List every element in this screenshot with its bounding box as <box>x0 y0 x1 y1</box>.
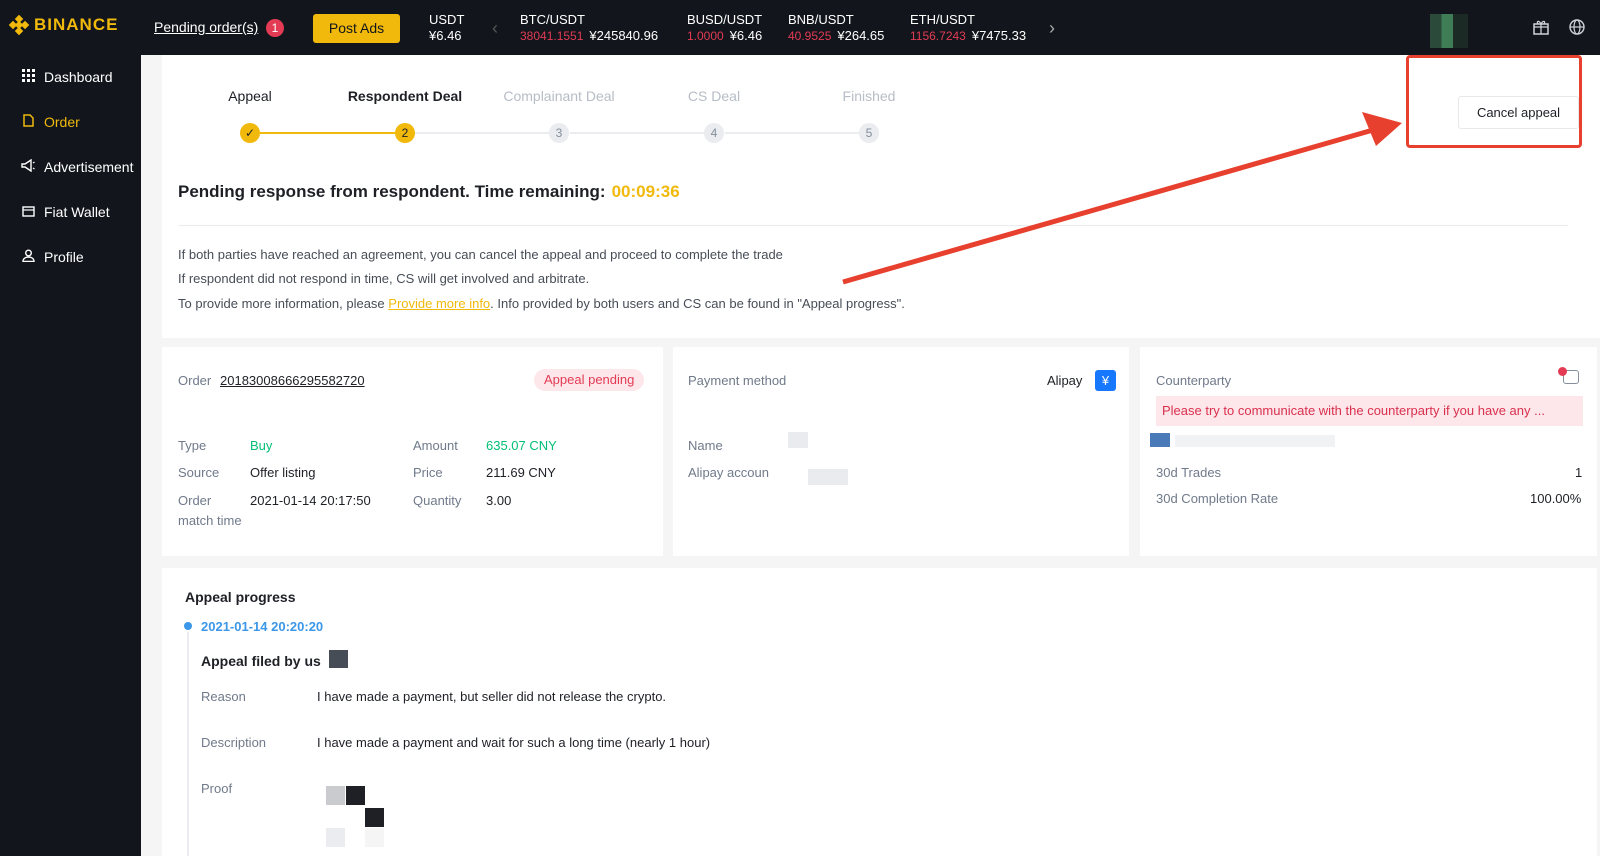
annotation-arrow-icon <box>842 112 1402 285</box>
